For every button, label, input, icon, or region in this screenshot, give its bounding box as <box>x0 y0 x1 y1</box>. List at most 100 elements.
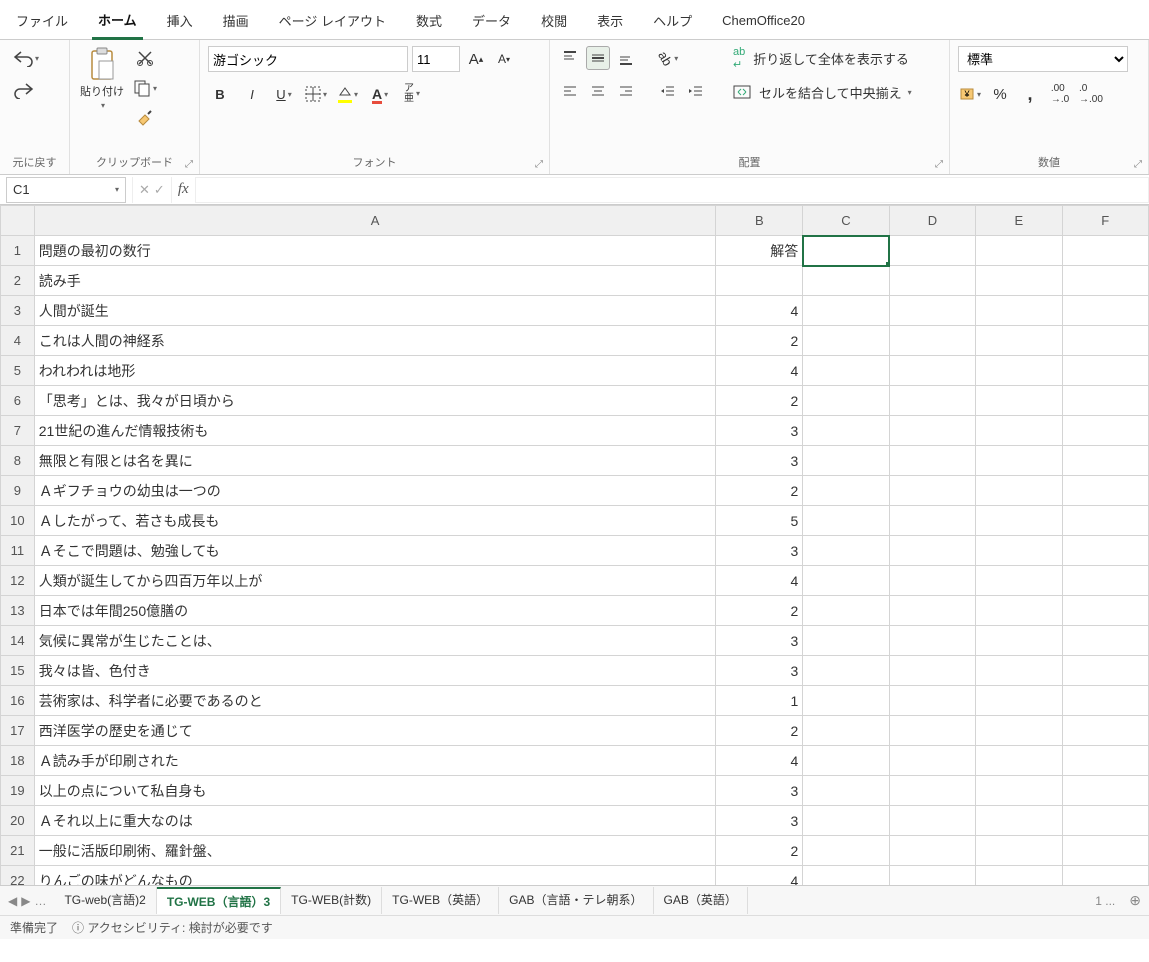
cell[interactable]: Ａしたがって、若さも成長も <box>34 506 716 536</box>
enter-formula-icon[interactable]: ✓ <box>154 182 165 198</box>
decrease-font-button[interactable]: A▾ <box>492 47 516 71</box>
cell[interactable] <box>1062 866 1148 886</box>
italic-button[interactable]: I <box>240 82 264 106</box>
cell[interactable]: 1 <box>716 686 803 716</box>
tab-file[interactable]: ファイル <box>10 7 74 38</box>
decrease-indent-button[interactable] <box>656 80 680 104</box>
sheet-nav-prev-icon[interactable]: ◀ <box>8 894 17 908</box>
cell[interactable] <box>889 596 975 626</box>
sheet-tab[interactable]: TG-WEB（言語）3 <box>157 887 281 914</box>
col-header-A[interactable]: A <box>34 206 716 236</box>
row-header[interactable]: 6 <box>1 386 35 416</box>
redo-button[interactable] <box>12 78 36 102</box>
row-header[interactable]: 22 <box>1 866 35 886</box>
cell[interactable]: これは人間の神経系 <box>34 326 716 356</box>
cell[interactable] <box>976 596 1062 626</box>
cell[interactable] <box>889 356 975 386</box>
name-box[interactable]: C1▾ <box>6 177 126 203</box>
cell[interactable] <box>889 836 975 866</box>
cell[interactable]: 気候に異常が生じたことは、 <box>34 626 716 656</box>
number-format-combo[interactable]: 標準 <box>958 46 1128 72</box>
align-right-button[interactable] <box>614 80 638 104</box>
cell[interactable] <box>1062 266 1148 296</box>
sheet-nav-next-icon[interactable]: ▶ <box>21 894 30 908</box>
underline-button[interactable]: U▾ <box>272 82 296 106</box>
cell[interactable]: 一般に活版印刷術、羅針盤、 <box>34 836 716 866</box>
phonetic-button[interactable]: ア亜▾ <box>400 82 424 106</box>
cell[interactable]: 4 <box>716 356 803 386</box>
cell[interactable] <box>1062 626 1148 656</box>
cell[interactable] <box>976 686 1062 716</box>
row-header[interactable]: 10 <box>1 506 35 536</box>
font-color-button[interactable]: A▾ <box>368 82 392 106</box>
align-center-button[interactable] <box>586 80 610 104</box>
cell[interactable]: Ａそれ以上に重大なのは <box>34 806 716 836</box>
cell[interactable]: 3 <box>716 656 803 686</box>
cell[interactable]: 21世紀の進んだ情報技術も <box>34 416 716 446</box>
col-header-C[interactable]: C <box>803 206 889 236</box>
accounting-format-button[interactable]: ¥▾ <box>958 82 982 106</box>
tab-formulas[interactable]: 数式 <box>410 7 448 38</box>
cell[interactable]: 人類が誕生してから四百万年以上が <box>34 566 716 596</box>
row-header[interactable]: 14 <box>1 626 35 656</box>
tab-data[interactable]: データ <box>466 7 517 38</box>
cell[interactable] <box>803 776 889 806</box>
cell[interactable] <box>1062 416 1148 446</box>
cell[interactable] <box>889 446 975 476</box>
cell[interactable]: 3 <box>716 776 803 806</box>
cell[interactable]: 4 <box>716 866 803 886</box>
cell[interactable] <box>803 686 889 716</box>
cut-button[interactable] <box>133 46 157 70</box>
cell[interactable]: 3 <box>716 446 803 476</box>
cell[interactable] <box>803 746 889 776</box>
cell[interactable]: 我々は皆、色付き <box>34 656 716 686</box>
cell[interactable]: 無限と有限とは名を異に <box>34 446 716 476</box>
font-name-combo[interactable] <box>208 46 408 72</box>
cell[interactable] <box>1062 326 1148 356</box>
cell[interactable] <box>889 746 975 776</box>
cell[interactable] <box>976 296 1062 326</box>
row-header[interactable]: 3 <box>1 296 35 326</box>
cell[interactable] <box>1062 536 1148 566</box>
align-launcher-icon[interactable]: ⤢ <box>935 159 943 170</box>
cell[interactable] <box>803 446 889 476</box>
cell[interactable] <box>1062 686 1148 716</box>
font-launcher-icon[interactable]: ⤢ <box>535 159 543 170</box>
decrease-decimal-button[interactable]: .0→.00 <box>1078 82 1104 106</box>
cell[interactable] <box>803 386 889 416</box>
cell[interactable] <box>889 566 975 596</box>
row-header[interactable]: 21 <box>1 836 35 866</box>
cell[interactable] <box>803 656 889 686</box>
copy-button[interactable]: ▾ <box>132 76 158 100</box>
cell[interactable]: 2 <box>716 596 803 626</box>
cell[interactable] <box>803 596 889 626</box>
sheet-tab[interactable]: GAB（言語・テレ朝系） <box>499 887 653 914</box>
orientation-button[interactable]: ab▾ <box>656 46 680 70</box>
worksheet-grid[interactable]: A B C D E F 1問題の最初の数行解答2読み手3人間が誕生44これは人間… <box>0 205 1149 885</box>
cell[interactable]: 5 <box>716 506 803 536</box>
cell[interactable] <box>1062 446 1148 476</box>
cell[interactable]: 4 <box>716 296 803 326</box>
format-painter-button[interactable] <box>133 106 157 130</box>
cell[interactable] <box>1062 776 1148 806</box>
add-sheet-button[interactable]: ⊕ <box>1121 892 1149 909</box>
row-header[interactable]: 7 <box>1 416 35 446</box>
comma-format-button[interactable]: , <box>1018 82 1042 106</box>
row-header[interactable]: 4 <box>1 326 35 356</box>
cell[interactable] <box>976 656 1062 686</box>
cell[interactable]: 3 <box>716 536 803 566</box>
cell[interactable] <box>889 386 975 416</box>
cell[interactable] <box>889 266 975 296</box>
increase-font-button[interactable]: A▴ <box>464 47 488 71</box>
cell[interactable]: 4 <box>716 746 803 776</box>
cell[interactable] <box>889 776 975 806</box>
cell[interactable] <box>976 416 1062 446</box>
cell[interactable] <box>889 716 975 746</box>
cell[interactable] <box>976 776 1062 806</box>
tab-review[interactable]: 校閲 <box>535 7 573 38</box>
bold-button[interactable]: B <box>208 82 232 106</box>
sheets-overflow-label[interactable]: 1 ... <box>1089 894 1121 908</box>
cell[interactable]: 人間が誕生 <box>34 296 716 326</box>
cell[interactable] <box>889 326 975 356</box>
row-header[interactable]: 11 <box>1 536 35 566</box>
